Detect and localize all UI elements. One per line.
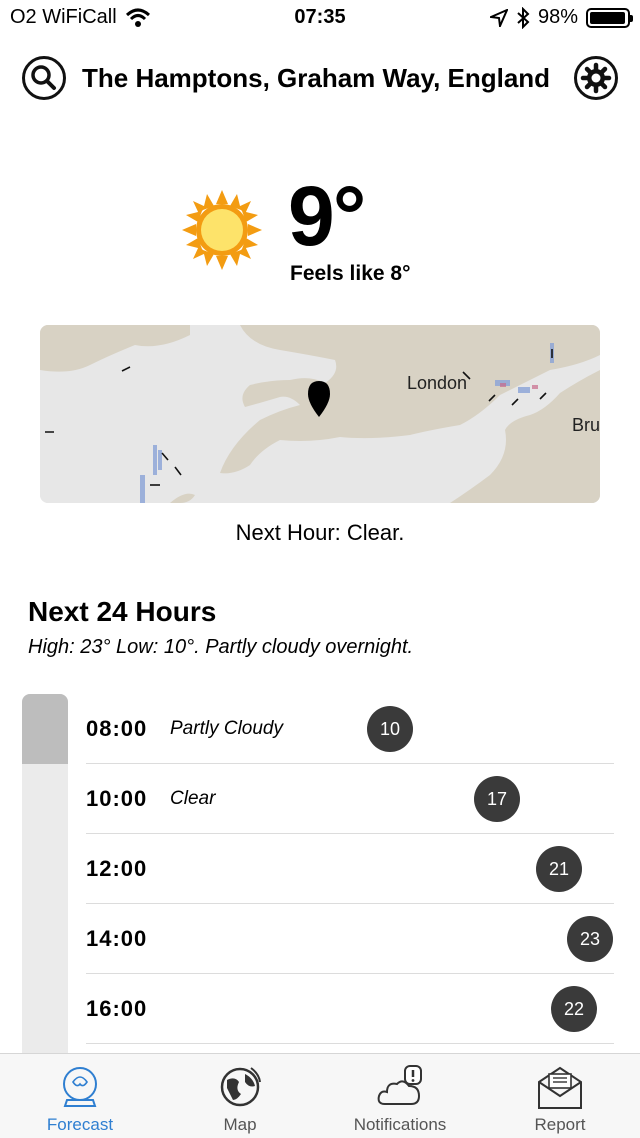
bluetooth-icon xyxy=(517,6,530,29)
row-time: 08:00 xyxy=(86,716,148,741)
row-time: 10:00 xyxy=(86,786,148,811)
next-hour-summary: Next Hour: Clear. xyxy=(235,520,405,545)
sun-icon xyxy=(182,190,262,270)
row-time: 12:00 xyxy=(86,856,148,881)
hourly-list: 08:00 Partly Cloudy 10 10:00 Clear 17 12… xyxy=(86,694,614,1044)
search-button[interactable] xyxy=(22,56,66,100)
cloud-alert-icon xyxy=(377,1065,422,1105)
next24-title: Next 24 Hours xyxy=(28,596,217,627)
hourly-row[interactable]: 10:00 Clear 17 xyxy=(86,764,614,834)
temp-bubble: 10 xyxy=(367,706,413,752)
row-condition: Partly Cloudy xyxy=(170,718,283,739)
location-title[interactable]: The Hamptons, Graham Way, England xyxy=(82,63,550,94)
battery-icon xyxy=(586,7,633,28)
hourly-row[interactable]: 08:00 Partly Cloudy 10 xyxy=(86,694,614,764)
tab-label: Map xyxy=(223,1115,257,1134)
gear-icon xyxy=(580,62,612,94)
current-conditions: 9° Feels like 8° xyxy=(0,169,640,291)
status-bar: O2 WiFiCall 07:35 98% xyxy=(0,0,640,36)
mail-icon xyxy=(538,1066,582,1109)
tab-notifications[interactable]: Notifications xyxy=(320,1054,480,1138)
settings-button[interactable] xyxy=(574,56,618,100)
tab-label: Notifications xyxy=(353,1115,447,1134)
location-arrow-icon xyxy=(489,8,508,27)
header: The Hamptons, Graham Way, England xyxy=(0,52,640,106)
hourly-scrollbar[interactable] xyxy=(22,694,68,1064)
temp-bubble: 21 xyxy=(536,846,582,892)
row-condition: Clear xyxy=(170,788,216,809)
status-right: 98% xyxy=(489,6,633,29)
tab-bar: Forecast Map Notifications Report xyxy=(0,1053,640,1138)
row-time: 14:00 xyxy=(86,926,148,951)
tab-forecast[interactable]: Forecast xyxy=(0,1054,160,1138)
globe-icon xyxy=(220,1067,261,1107)
feels-like: Feels like 8° xyxy=(290,262,411,285)
map-label-bru: Bru xyxy=(572,415,600,435)
map-graphic xyxy=(40,325,600,503)
battery-fill xyxy=(590,11,626,24)
crystal-ball-icon xyxy=(63,1067,97,1107)
current-temperature: 9° xyxy=(288,169,366,263)
temp-bubble: 22 xyxy=(551,986,597,1032)
tab-report[interactable]: Report xyxy=(480,1054,640,1138)
tab-label: Report xyxy=(534,1115,586,1134)
radar-map[interactable]: London Bru xyxy=(40,325,600,503)
next24-summary: High: 23° Low: 10°. Partly cloudy overni… xyxy=(28,636,414,658)
battery-percent: 98% xyxy=(537,6,578,28)
search-icon xyxy=(31,65,56,90)
tab-map[interactable]: Map xyxy=(160,1054,320,1138)
hourly-row[interactable]: 16:00 22 xyxy=(86,974,614,1044)
temp-bubble: 17 xyxy=(474,776,520,822)
temp-bubble: 23 xyxy=(567,916,613,962)
map-label-london: London xyxy=(407,373,468,393)
scrollbar-thumb[interactable] xyxy=(22,694,68,764)
tab-label: Forecast xyxy=(46,1115,114,1134)
row-time: 16:00 xyxy=(86,996,148,1021)
hourly-row[interactable]: 14:00 23 xyxy=(86,904,614,974)
hourly-row[interactable]: 12:00 21 xyxy=(86,834,614,904)
